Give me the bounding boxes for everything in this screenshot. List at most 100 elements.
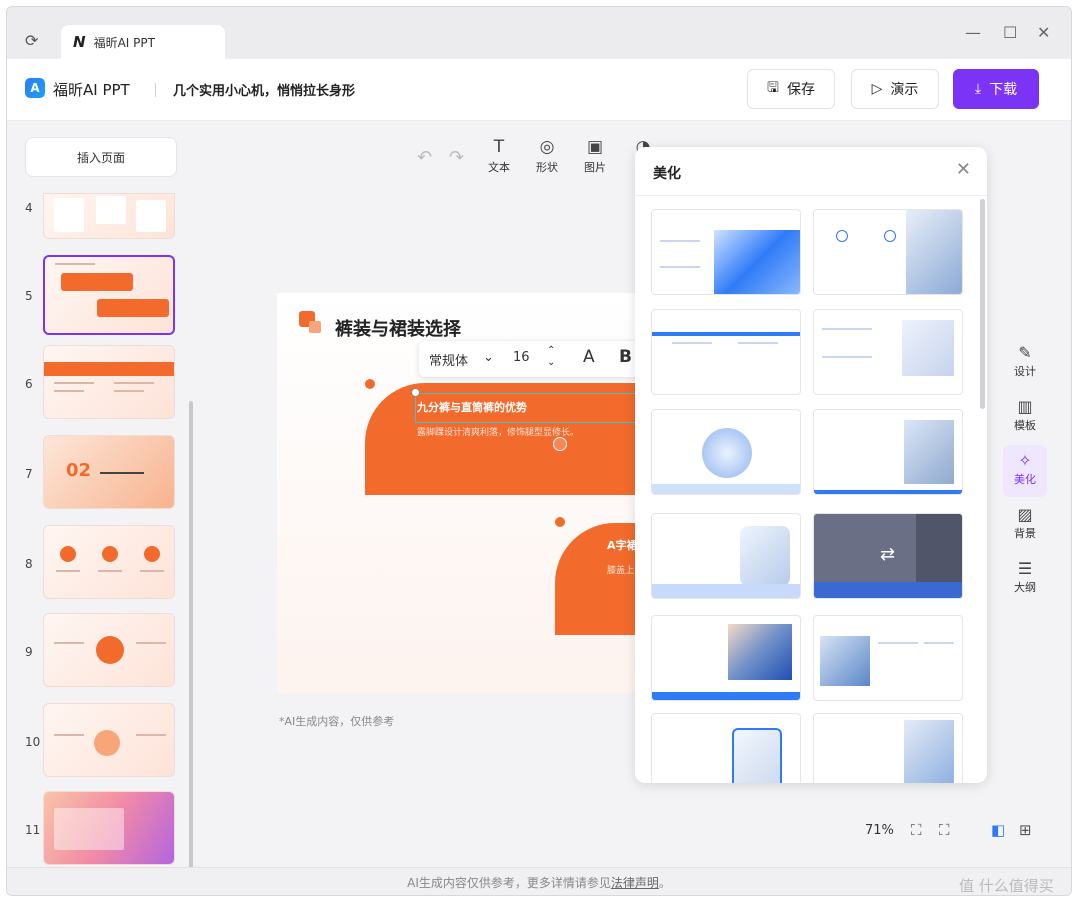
download-icon: ⤓	[974, 81, 982, 97]
template-card[interactable]	[813, 713, 963, 783]
template-card[interactable]	[813, 615, 963, 701]
background-icon: ▨	[1017, 505, 1033, 524]
document-title[interactable]: 几个实用小心机，悄悄拉长身形	[173, 80, 355, 99]
undo-icon[interactable]: ↶	[417, 147, 432, 168]
rotate-handle-icon[interactable]	[553, 437, 567, 451]
close-icon[interactable]: ✕	[956, 159, 971, 180]
insert-page-button[interactable]: 插入页面	[25, 137, 177, 177]
card-dot	[365, 379, 375, 389]
image-tool[interactable]: ▣ 图片	[571, 135, 619, 183]
rail-background[interactable]: ▨ 背景	[1003, 499, 1047, 551]
panel-title: 美化	[653, 166, 681, 182]
magic-wand-icon: ✧	[1018, 451, 1032, 470]
panel-divider	[635, 195, 987, 196]
app-logo-icon: A	[25, 78, 45, 98]
card-dot	[555, 517, 565, 527]
slide-canvas[interactable]: 裤装与裙装选择 九分裤与直筒裤的优势 露脚踝设计清爽利落，修饰腿型显修长。 A字…	[277, 293, 677, 693]
rail-beautify[interactable]: ✧ 美化	[1003, 445, 1047, 497]
card-body[interactable]: 膝盖上	[607, 563, 634, 576]
rail-template[interactable]: ▥ 模板	[1003, 391, 1047, 443]
slide-thumbnail-4[interactable]	[43, 193, 175, 239]
slide-number: 10	[25, 735, 41, 749]
stepper-icon[interactable]: ⌃ ⌄	[547, 345, 555, 369]
fullscreen-icon[interactable]: ⛶	[939, 821, 950, 839]
shape-tool[interactable]: ◎ 形状	[523, 135, 571, 183]
slide-number: 11	[25, 823, 41, 837]
slide-thumbnail-11[interactable]	[43, 791, 175, 865]
layout-icon: ▥	[1017, 397, 1033, 416]
shape-icon: ◎	[539, 137, 555, 157]
close-window-icon[interactable]: ✕	[1037, 23, 1050, 42]
resize-handle[interactable]	[411, 388, 420, 397]
template-card[interactable]	[651, 409, 801, 495]
slide-thumbnail-6[interactable]	[43, 345, 175, 419]
rail-outline[interactable]: ☰ 大纲	[1003, 553, 1047, 605]
slide-thumbnail-7[interactable]: 02	[43, 435, 175, 509]
panel-scrollbar[interactable]	[980, 199, 985, 409]
template-card[interactable]	[651, 513, 801, 599]
ai-disclaimer: *AI生成内容，仅供参考	[279, 715, 395, 728]
browser-tab[interactable]: N 福昕AI PPT	[61, 25, 225, 59]
bold-button[interactable]: B	[619, 347, 632, 367]
reload-icon[interactable]: ⟳	[25, 31, 38, 50]
slide-number: 5	[25, 289, 33, 303]
minimize-icon[interactable]: —	[965, 23, 981, 42]
right-rail: ✎ 设计 ▥ 模板 ✧ 美化 ▨ 背景 ☰ 大纲	[1003, 337, 1047, 607]
zoom-level[interactable]: 71%	[865, 823, 894, 838]
maximize-icon[interactable]: ☐	[1003, 23, 1017, 42]
app-header: A 福昕AI PPT 几个实用小心机，悄悄拉长身形 🖫 保存 ▷ 演示 ⤓ 下载	[7, 59, 1071, 121]
present-button[interactable]: ▷ 演示	[851, 69, 939, 109]
slide-number: 7	[25, 467, 33, 481]
redo-icon[interactable]: ↷	[449, 147, 464, 168]
outline-icon: ☰	[1017, 559, 1033, 578]
template-card[interactable]: ⇄	[813, 513, 963, 599]
card-heading[interactable]: A字裙	[607, 537, 638, 553]
template-card[interactable]	[813, 209, 963, 295]
slide-thumbnail-5[interactable]	[43, 255, 175, 335]
slide-thumbnail-10[interactable]	[43, 703, 175, 777]
swap-icon[interactable]: ⇄	[880, 544, 895, 565]
template-card[interactable]	[651, 713, 801, 783]
text-icon: T	[493, 137, 505, 157]
slide-thumbnail-9[interactable]	[43, 613, 175, 687]
tab-title: 福昕AI PPT	[93, 35, 155, 50]
slide-sidebar: 插入页面 4 5 6 7 02 8 9 10 11	[7, 121, 193, 871]
fit-screen-icon[interactable]: ⛶	[911, 821, 922, 839]
watermark: 值 什么值得买	[959, 877, 1054, 895]
text-format-bar: 常规体 ⌄ 16 ⌃ ⌄ A B	[419, 341, 649, 377]
slide-number: 8	[25, 557, 33, 571]
single-view-icon[interactable]: ◧	[991, 821, 1005, 839]
pen-icon: ✎	[1018, 343, 1032, 362]
chevron-down-icon[interactable]: ⌄	[483, 350, 494, 365]
save-icon: 🖫	[767, 80, 779, 96]
template-card[interactable]	[813, 409, 963, 495]
template-card[interactable]	[813, 309, 963, 395]
slide-title[interactable]: 裤装与裙装选择	[335, 315, 461, 341]
download-button[interactable]: ⤓ 下载	[953, 69, 1039, 109]
legal-notice-link[interactable]: 法律声明	[611, 876, 659, 890]
image-icon: ▣	[586, 137, 604, 157]
card-body[interactable]: 露脚踝设计清爽利落，修饰腿型显修长。	[417, 425, 579, 438]
slide-number: 9	[25, 645, 33, 659]
title-decoration-icon	[309, 321, 321, 333]
save-button[interactable]: 🖫 保存	[747, 69, 835, 109]
app-name: 福昕AI PPT	[53, 81, 130, 99]
font-select[interactable]: 常规体	[429, 350, 468, 369]
slide-number: 6	[25, 377, 33, 391]
sidebar-scrollbar[interactable]	[189, 401, 193, 871]
template-card[interactable]	[651, 309, 801, 395]
app-window: ⟳ N 福昕AI PPT — ☐ ✕ A 福昕AI PPT 几个实用小心机，悄悄…	[6, 6, 1072, 896]
rail-design[interactable]: ✎ 设计	[1003, 337, 1047, 389]
grid-view-icon[interactable]: ⊞	[1019, 821, 1032, 839]
text-selection-box[interactable]	[415, 393, 637, 423]
slide-number: 4	[25, 201, 33, 215]
text-tool[interactable]: T 文本	[475, 135, 523, 183]
tab-bar: ⟳ N 福昕AI PPT — ☐ ✕	[7, 7, 1071, 59]
slide-thumbnail-8[interactable]	[43, 525, 175, 599]
template-card[interactable]	[651, 615, 801, 701]
play-icon: ▷	[871, 81, 883, 97]
template-card[interactable]	[651, 209, 801, 295]
font-color-button[interactable]: A	[583, 347, 595, 367]
header-divider	[155, 83, 156, 97]
font-size-field[interactable]: 16	[513, 350, 530, 365]
